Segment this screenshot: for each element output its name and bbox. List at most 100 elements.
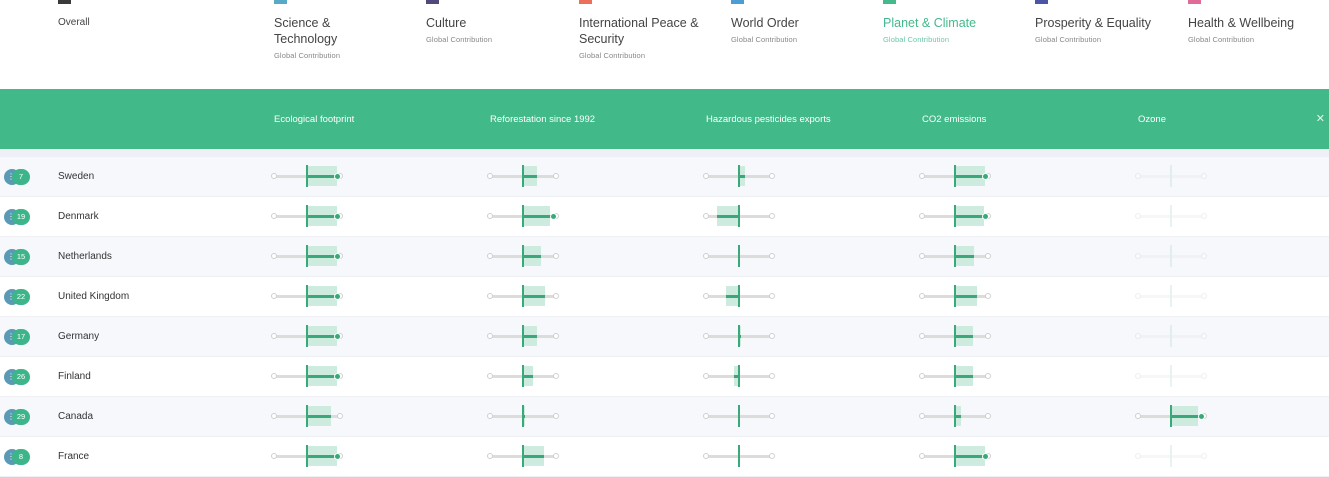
table-row[interactable]: ⋮ 29 Canada (0, 397, 1329, 437)
rank-badge[interactable]: ⋮ 26 (4, 369, 30, 385)
gauge-max-cap (985, 253, 991, 259)
indicator-gauge[interactable] (1135, 397, 1208, 437)
rank-badge[interactable]: ⋮ 7 (4, 169, 30, 185)
category-tab[interactable]: Science & Technology Global Contribution (274, 0, 394, 60)
country-name[interactable]: Sweden (58, 171, 94, 182)
indicator-gauge[interactable] (919, 357, 992, 397)
gauge-max-cap (985, 373, 991, 379)
table-row[interactable]: ⋮ 17 Germany (0, 317, 1329, 357)
indicator-gauge[interactable] (271, 197, 344, 237)
indicator-gauge[interactable] (919, 437, 992, 477)
indicator-gauge[interactable] (703, 277, 776, 317)
indicator-gauge[interactable] (487, 197, 560, 237)
category-tab[interactable]: Prosperity & Equality Global Contribution (1035, 0, 1155, 44)
gauge-median-line (306, 165, 308, 187)
indicator-gauge[interactable] (1135, 317, 1208, 357)
indicator-gauge[interactable] (271, 397, 344, 437)
rank-badge[interactable]: ⋮ 8 (4, 449, 30, 465)
indicator-gauge[interactable] (703, 397, 776, 437)
gauge-value-bar (523, 335, 538, 338)
indicator-label[interactable]: Ecological footprint (274, 114, 354, 125)
gauge-min-cap (271, 253, 277, 259)
gauge-min-cap (703, 453, 709, 459)
indicator-gauge[interactable] (487, 237, 560, 277)
rank-badge[interactable]: ⋮ 29 (4, 409, 30, 425)
close-icon[interactable]: ✕ (1316, 112, 1325, 125)
indicator-gauge[interactable] (919, 197, 992, 237)
category-sublabel: Global Contribution (731, 35, 798, 44)
country-name[interactable]: Canada (58, 411, 93, 422)
gauge-median-line (738, 445, 740, 467)
indicator-gauge[interactable] (919, 317, 992, 357)
indicator-gauge[interactable] (271, 157, 344, 197)
country-name[interactable]: France (58, 451, 89, 462)
country-name[interactable]: Denmark (58, 211, 99, 222)
indicator-gauge[interactable] (703, 197, 776, 237)
indicator-label[interactable]: Ozone (1138, 114, 1166, 125)
indicator-gauge[interactable] (487, 277, 560, 317)
indicator-gauge[interactable] (703, 437, 776, 477)
country-name[interactable]: Finland (58, 371, 91, 382)
gauge-min-cap (919, 173, 925, 179)
indicator-gauge[interactable] (487, 317, 560, 357)
table-row[interactable]: ⋮ 26 Finland (0, 357, 1329, 397)
category-tab[interactable]: Overall (58, 0, 178, 31)
category-tab[interactable]: International Peace & Security Global Con… (579, 0, 699, 60)
gauge-value-bar (307, 175, 338, 178)
indicator-gauge[interactable] (1135, 277, 1208, 317)
gauge-median-line (954, 365, 956, 387)
indicator-gauge[interactable] (703, 237, 776, 277)
category-tab[interactable]: Culture Global Contribution (426, 0, 546, 44)
rank-badge[interactable]: ⋮ 17 (4, 329, 30, 345)
indicator-gauge[interactable] (703, 317, 776, 357)
indicator-gauge[interactable] (1135, 437, 1208, 477)
category-tab[interactable]: World Order Global Contribution (731, 0, 851, 44)
gauge-median-line (738, 245, 740, 267)
rank-badge[interactable]: ⋮ 15 (4, 249, 30, 265)
category-tab[interactable]: Health & Wellbeing Global Contribution (1188, 0, 1308, 44)
indicator-label[interactable]: Hazardous pesticides exports (706, 114, 831, 125)
table-row[interactable]: ⋮ 8 France (0, 437, 1329, 477)
gauge-median-line (954, 245, 956, 267)
indicator-gauge[interactable] (487, 437, 560, 477)
indicator-gauge[interactable] (271, 277, 344, 317)
indicator-gauge[interactable] (1135, 357, 1208, 397)
indicator-gauge[interactable] (919, 397, 992, 437)
gauge-median-line (954, 285, 956, 307)
indicator-label[interactable]: Reforestation since 1992 (490, 114, 595, 125)
indicator-gauge[interactable] (487, 157, 560, 197)
indicator-gauge[interactable] (919, 277, 992, 317)
indicator-gauge[interactable] (271, 237, 344, 277)
country-name[interactable]: Netherlands (58, 251, 112, 262)
indicator-gauge[interactable] (487, 397, 560, 437)
table-row[interactable]: ⋮ 15 Netherlands (0, 237, 1329, 277)
indicator-gauge[interactable] (919, 237, 992, 277)
category-tab[interactable]: Planet & Climate Global Contribution (883, 0, 1003, 44)
gauge-value-bar (307, 215, 338, 218)
table-row[interactable]: ⋮ 7 Sweden (0, 157, 1329, 197)
indicator-gauge[interactable] (487, 357, 560, 397)
category-sublabel: Global Contribution (1035, 35, 1102, 44)
indicator-label[interactable]: CO2 emissions (922, 114, 986, 125)
country-name[interactable]: United Kingdom (58, 291, 129, 302)
indicator-gauge[interactable] (703, 357, 776, 397)
rank-badge[interactable]: ⋮ 19 (4, 209, 30, 225)
table-row[interactable]: ⋮ 19 Denmark (0, 197, 1329, 237)
gauge-max-cap (1201, 253, 1207, 259)
rank-badge[interactable]: ⋮ 22 (4, 289, 30, 305)
category-label: Culture (426, 16, 467, 30)
indicator-gauge[interactable] (1135, 237, 1208, 277)
country-name[interactable]: Germany (58, 331, 99, 342)
indicator-gauge[interactable] (703, 157, 776, 197)
indicator-gauge[interactable] (1135, 157, 1208, 197)
gauge-max-cap (553, 373, 559, 379)
indicator-gauge[interactable] (271, 317, 344, 357)
table-row[interactable]: ⋮ 22 United Kingdom (0, 277, 1329, 317)
indicator-gauge[interactable] (1135, 197, 1208, 237)
gauge-value-bar (955, 455, 986, 458)
indicator-header: ✕ Ecological footprint Reforestation sinc… (0, 89, 1329, 149)
indicator-gauge[interactable] (271, 437, 344, 477)
indicator-gauge[interactable] (919, 157, 992, 197)
indicator-gauge[interactable] (271, 357, 344, 397)
gauge-max-cap (1201, 373, 1207, 379)
